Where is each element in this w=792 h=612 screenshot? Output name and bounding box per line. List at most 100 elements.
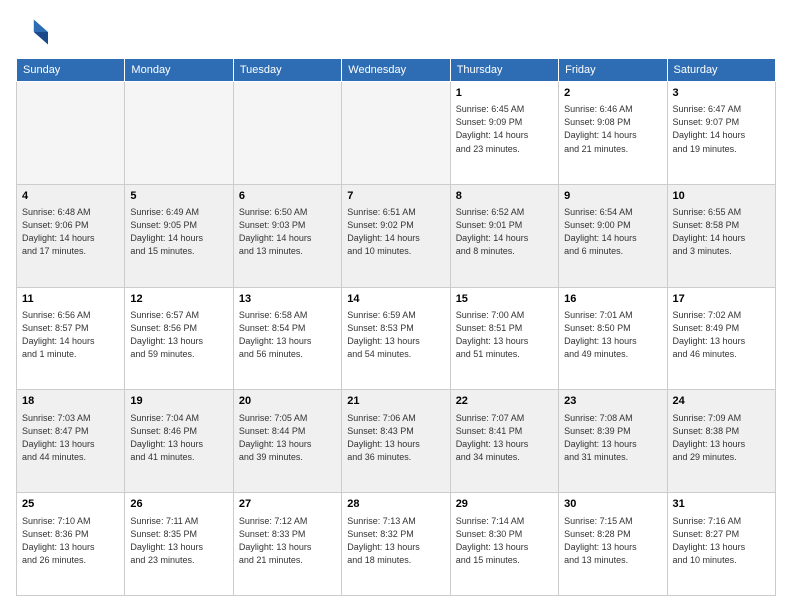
day-info: Sunrise: 7:13 AM Sunset: 8:32 PM Dayligh… [347, 515, 444, 567]
day-info: Sunrise: 7:01 AM Sunset: 8:50 PM Dayligh… [564, 309, 661, 361]
calendar-cell: 4 Sunrise: 6:48 AM Sunset: 9:06 PM Daylig… [17, 184, 125, 287]
day-number: 21 [347, 394, 444, 409]
calendar-cell: 30 Sunrise: 7:15 AM Sunset: 8:28 PM Dayli… [559, 493, 667, 596]
day-number: 28 [347, 497, 444, 512]
day-info: Sunrise: 7:04 AM Sunset: 8:46 PM Dayligh… [130, 412, 227, 464]
day-number: 25 [22, 497, 119, 512]
day-info: Sunrise: 7:05 AM Sunset: 8:44 PM Dayligh… [239, 412, 336, 464]
logo [16, 16, 52, 48]
calendar-cell: 21Sunrise: 7:06 AM Sunset: 8:43 PM Dayli… [342, 390, 450, 493]
day-info: Sunrise: 7:10 AM Sunset: 8:36 PM Dayligh… [22, 515, 119, 567]
calendar-cell: 29 Sunrise: 7:14 AM Sunset: 8:30 PM Dayli… [450, 493, 558, 596]
day-info: Sunrise: 6:55 AM Sunset: 8:58 PM Dayligh… [673, 206, 770, 258]
calendar-cell: 27Sunrise: 7:12 AM Sunset: 8:33 PM Dayli… [233, 493, 341, 596]
page: SundayMondayTuesdayWednesdayThursdayFrid… [0, 0, 792, 612]
day-info: Sunrise: 7:08 AM Sunset: 8:39 PM Dayligh… [564, 412, 661, 464]
calendar-cell: 20 Sunrise: 7:05 AM Sunset: 8:44 PM Dayli… [233, 390, 341, 493]
day-number: 18 [22, 394, 119, 409]
day-number: 14 [347, 292, 444, 307]
weekday-header: Thursday [450, 59, 558, 82]
day-info: Sunrise: 7:16 AM Sunset: 8:27 PM Dayligh… [673, 515, 770, 567]
day-info: Sunrise: 7:14 AM Sunset: 8:30 PM Dayligh… [456, 515, 553, 567]
day-info: Sunrise: 6:45 AM Sunset: 9:09 PM Dayligh… [456, 103, 553, 155]
calendar-cell: 23 Sunrise: 7:08 AM Sunset: 8:39 PM Dayli… [559, 390, 667, 493]
calendar-cell: 31 Sunrise: 7:16 AM Sunset: 8:27 PM Dayli… [667, 493, 775, 596]
day-number: 31 [673, 497, 770, 512]
day-number: 22 [456, 394, 553, 409]
day-number: 3 [673, 86, 770, 101]
calendar-cell: 26 Sunrise: 7:11 AM Sunset: 8:35 PM Dayli… [125, 493, 233, 596]
calendar-cell: 8 Sunrise: 6:52 AM Sunset: 9:01 PM Daylig… [450, 184, 558, 287]
calendar-cell: 18 Sunrise: 7:03 AM Sunset: 8:47 PM Dayli… [17, 390, 125, 493]
header [16, 16, 776, 48]
calendar-cell: 3 Sunrise: 6:47 AM Sunset: 9:07 PM Daylig… [667, 82, 775, 185]
calendar-cell: 5Sunrise: 6:49 AM Sunset: 9:05 PM Daylig… [125, 184, 233, 287]
day-info: Sunrise: 7:03 AM Sunset: 8:47 PM Dayligh… [22, 412, 119, 464]
day-number: 5 [130, 189, 227, 204]
weekday-header: Wednesday [342, 59, 450, 82]
calendar-cell [342, 82, 450, 185]
day-number: 16 [564, 292, 661, 307]
day-number: 7 [347, 189, 444, 204]
day-number: 9 [564, 189, 661, 204]
calendar-cell [233, 82, 341, 185]
calendar-week-row: 4 Sunrise: 6:48 AM Sunset: 9:06 PM Daylig… [17, 184, 776, 287]
day-info: Sunrise: 7:11 AM Sunset: 8:35 PM Dayligh… [130, 515, 227, 567]
day-info: Sunrise: 6:47 AM Sunset: 9:07 PM Dayligh… [673, 103, 770, 155]
day-number: 29 [456, 497, 553, 512]
day-number: 1 [456, 86, 553, 101]
day-number: 20 [239, 394, 336, 409]
calendar-cell: 22Sunrise: 7:07 AM Sunset: 8:41 PM Dayli… [450, 390, 558, 493]
calendar-cell: 16 Sunrise: 7:01 AM Sunset: 8:50 PM Dayli… [559, 287, 667, 390]
day-number: 10 [673, 189, 770, 204]
day-number: 26 [130, 497, 227, 512]
calendar-cell: 28 Sunrise: 7:13 AM Sunset: 8:32 PM Dayli… [342, 493, 450, 596]
calendar-table: SundayMondayTuesdayWednesdayThursdayFrid… [16, 58, 776, 596]
day-number: 13 [239, 292, 336, 307]
day-info: Sunrise: 6:58 AM Sunset: 8:54 PM Dayligh… [239, 309, 336, 361]
day-number: 23 [564, 394, 661, 409]
day-number: 8 [456, 189, 553, 204]
calendar-week-row: 11 Sunrise: 6:56 AM Sunset: 8:57 PM Dayli… [17, 287, 776, 390]
calendar-cell: 19 Sunrise: 7:04 AM Sunset: 8:46 PM Dayli… [125, 390, 233, 493]
day-info: Sunrise: 6:56 AM Sunset: 8:57 PM Dayligh… [22, 309, 119, 361]
day-number: 11 [22, 292, 119, 307]
day-number: 4 [22, 189, 119, 204]
day-info: Sunrise: 6:52 AM Sunset: 9:01 PM Dayligh… [456, 206, 553, 258]
calendar-cell: 11 Sunrise: 6:56 AM Sunset: 8:57 PM Dayli… [17, 287, 125, 390]
calendar-cell [17, 82, 125, 185]
calendar-cell: 12 Sunrise: 6:57 AM Sunset: 8:56 PM Dayli… [125, 287, 233, 390]
calendar-week-row: 18 Sunrise: 7:03 AM Sunset: 8:47 PM Dayli… [17, 390, 776, 493]
day-number: 30 [564, 497, 661, 512]
day-info: Sunrise: 6:50 AM Sunset: 9:03 PM Dayligh… [239, 206, 336, 258]
day-number: 19 [130, 394, 227, 409]
day-number: 6 [239, 189, 336, 204]
weekday-header: Friday [559, 59, 667, 82]
day-info: Sunrise: 6:59 AM Sunset: 8:53 PM Dayligh… [347, 309, 444, 361]
calendar-cell: 7 Sunrise: 6:51 AM Sunset: 9:02 PM Daylig… [342, 184, 450, 287]
calendar-cell: 14 Sunrise: 6:59 AM Sunset: 8:53 PM Dayli… [342, 287, 450, 390]
calendar-cell: 6 Sunrise: 6:50 AM Sunset: 9:03 PM Daylig… [233, 184, 341, 287]
calendar-cell [125, 82, 233, 185]
calendar-cell: 24 Sunrise: 7:09 AM Sunset: 8:38 PM Dayli… [667, 390, 775, 493]
calendar-week-row: 25 Sunrise: 7:10 AM Sunset: 8:36 PM Dayli… [17, 493, 776, 596]
day-info: Sunrise: 6:57 AM Sunset: 8:56 PM Dayligh… [130, 309, 227, 361]
day-info: Sunrise: 6:46 AM Sunset: 9:08 PM Dayligh… [564, 103, 661, 155]
day-number: 12 [130, 292, 227, 307]
day-info: Sunrise: 7:02 AM Sunset: 8:49 PM Dayligh… [673, 309, 770, 361]
day-info: Sunrise: 6:51 AM Sunset: 9:02 PM Dayligh… [347, 206, 444, 258]
day-number: 24 [673, 394, 770, 409]
day-info: Sunrise: 7:00 AM Sunset: 8:51 PM Dayligh… [456, 309, 553, 361]
calendar-cell: 13 Sunrise: 6:58 AM Sunset: 8:54 PM Dayli… [233, 287, 341, 390]
calendar-week-row: 1 Sunrise: 6:45 AM Sunset: 9:09 PM Daylig… [17, 82, 776, 185]
weekday-header: Tuesday [233, 59, 341, 82]
calendar-cell: 2Sunrise: 6:46 AM Sunset: 9:08 PM Daylig… [559, 82, 667, 185]
day-info: Sunrise: 6:48 AM Sunset: 9:06 PM Dayligh… [22, 206, 119, 258]
day-info: Sunrise: 6:54 AM Sunset: 9:00 PM Dayligh… [564, 206, 661, 258]
day-info: Sunrise: 7:09 AM Sunset: 8:38 PM Dayligh… [673, 412, 770, 464]
weekday-header: Sunday [17, 59, 125, 82]
calendar-cell: 17Sunrise: 7:02 AM Sunset: 8:49 PM Dayli… [667, 287, 775, 390]
day-number: 27 [239, 497, 336, 512]
calendar-header-row: SundayMondayTuesdayWednesdayThursdayFrid… [17, 59, 776, 82]
day-info: Sunrise: 7:15 AM Sunset: 8:28 PM Dayligh… [564, 515, 661, 567]
